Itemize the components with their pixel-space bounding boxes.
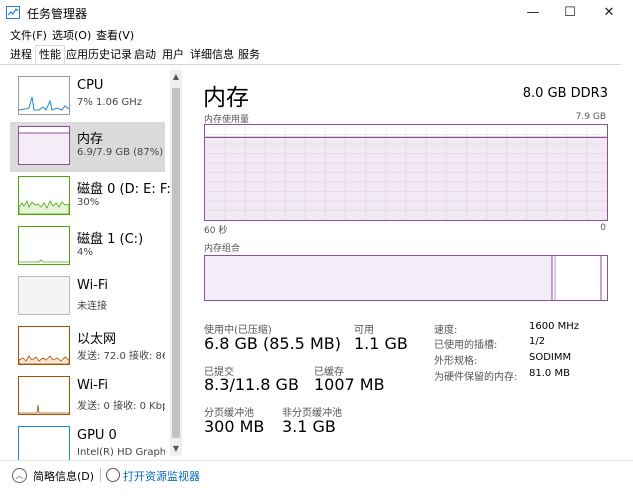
scroll-up-arrow-icon[interactable]: ▲ xyxy=(170,70,182,84)
sidebar-item-detail: 发送: 0 接收: 0 Kbps xyxy=(77,401,165,412)
sidebar-item-disk-0[interactable]: 磁盘 0 (D: E: F: 30% xyxy=(10,172,171,222)
task-manager-window: 任务管理器 — ☐ ✕ 文件(F) 选项(O) 查看(V) 进程 性能 应用历史… xyxy=(0,0,633,500)
composition-graph-label: 内存组合 xyxy=(204,244,241,254)
gpu-thumbnail-graph xyxy=(18,426,70,460)
sidebar-scrollbar[interactable]: ▲ ▼ xyxy=(170,70,182,456)
tab-bar: 进程 性能 应用历史记录 启动 用户 详细信息 服务 xyxy=(0,44,633,65)
close-button[interactable]: ✕ xyxy=(590,0,628,26)
sidebar-item-name: 磁盘 1 (C:) xyxy=(77,232,144,247)
task-manager-icon xyxy=(6,6,20,19)
tab-performance[interactable]: 性能 xyxy=(35,45,65,64)
right-edge xyxy=(621,44,633,460)
sidebar-item-detail: 4% xyxy=(77,247,93,258)
footer-separator xyxy=(100,468,101,482)
sidebar-item-memory[interactable]: 内存 6.9/7.9 GB (87%) xyxy=(10,122,165,172)
fewer-details-button[interactable]: 简略信息(D) xyxy=(33,468,94,484)
spec-reserved-key: 为硬件保留的内存: xyxy=(434,372,518,383)
usage-fill xyxy=(205,137,607,220)
sidebar-item-name: Wi-Fi xyxy=(77,278,109,293)
disk-1-thumbnail-graph xyxy=(18,226,70,265)
sidebar-item-name: 内存 xyxy=(77,132,104,147)
scroll-thumb[interactable] xyxy=(172,88,180,438)
sidebar-item-detail: 未连接 xyxy=(77,301,107,312)
available-value: 1.1 GB xyxy=(354,334,408,353)
spec-slots-key: 已使用的插槽: xyxy=(434,340,498,351)
tab-processes[interactable]: 进程 xyxy=(7,46,35,63)
cpu-thumbnail-graph xyxy=(18,76,70,115)
sidebar-item-detail: Intel(R) HD Graphics xyxy=(77,447,165,458)
disk-0-thumbnail-graph xyxy=(18,176,70,215)
sidebar-item-detail: 发送: 72.0 接收: 864 xyxy=(77,351,165,362)
sidebar-item-name: Wi-Fi xyxy=(77,378,109,393)
resource-monitor-icon[interactable] xyxy=(106,468,120,482)
sidebar-item-wifi-2[interactable]: Wi-Fi 发送: 0 接收: 0 Kbps xyxy=(10,372,165,422)
minimize-button[interactable]: — xyxy=(514,0,552,26)
menu-bar: 文件(F) 选项(O) 查看(V) xyxy=(0,26,633,44)
resource-sidebar: CPU 7% 1.06 GHz 内存 6.9/7.9 GB (87%) 磁盘 0… xyxy=(0,66,183,460)
spec-speed-key: 速度: xyxy=(434,325,458,336)
spec-form-factor-key: 外形规格: xyxy=(434,356,478,367)
resource-title: 内存 xyxy=(203,85,249,111)
title-bar: 任务管理器 — ☐ ✕ xyxy=(0,0,633,26)
sidebar-item-wifi-1[interactable]: Wi-Fi 未连接 xyxy=(10,272,165,322)
scroll-down-arrow-icon[interactable]: ▼ xyxy=(170,442,182,456)
tab-services[interactable]: 服务 xyxy=(235,46,263,63)
menu-options[interactable]: 选项(O) xyxy=(52,27,91,43)
memory-composition-graph xyxy=(204,255,608,301)
time-axis-end: 0 xyxy=(600,223,606,233)
memory-detail-panel: 内存 8.0 GB DDR3 内存使用量 7.9 GB 60 秒 0 内存组合 … xyxy=(193,66,618,460)
menu-file[interactable]: 文件(F) xyxy=(10,27,47,43)
spec-form-factor-value: SODIMM xyxy=(529,352,572,363)
tab-startup[interactable]: 启动 xyxy=(131,46,159,63)
sidebar-item-detail: 6.9/7.9 GB (87%) xyxy=(77,147,164,158)
menu-view[interactable]: 查看(V) xyxy=(96,27,134,43)
sidebar-item-ethernet[interactable]: 以太网 发送: 72.0 接收: 864 xyxy=(10,322,165,372)
sidebar-item-gpu-0[interactable]: GPU 0 Intel(R) HD Graphics xyxy=(10,422,165,460)
sidebar-item-name: 以太网 xyxy=(77,332,117,347)
in-use-value: 6.8 GB (85.5 MB) xyxy=(204,334,341,353)
spec-slots-value: 1/2 xyxy=(529,336,546,347)
spec-speed-value: 1600 MHz xyxy=(529,321,580,332)
sidebar-item-detail: 30% xyxy=(77,197,100,208)
memory-usage-graph xyxy=(204,124,608,221)
sidebar-item-name: GPU 0 xyxy=(77,428,117,443)
maximize-button[interactable]: ☐ xyxy=(551,0,589,26)
footer-bar: ︿ 简略信息(D) 打开资源监视器 xyxy=(0,460,633,491)
usage-graph-max: 7.9 GB xyxy=(575,112,606,122)
sidebar-item-cpu[interactable]: CPU 7% 1.06 GHz xyxy=(10,72,165,122)
sidebar-item-detail: 7% 1.06 GHz xyxy=(77,97,143,108)
sidebar-item-name: CPU xyxy=(77,78,104,93)
nonpaged-pool-value: 3.1 GB xyxy=(282,417,336,436)
sidebar-item-disk-1[interactable]: 磁盘 1 (C:) 4% xyxy=(10,222,165,272)
sidebar-item-name: 磁盘 0 (D: E: F: xyxy=(77,182,171,197)
tab-details[interactable]: 详细信息 xyxy=(187,46,237,63)
wifi-2-thumbnail-graph xyxy=(18,376,70,415)
spec-reserved-value: 81.0 MB xyxy=(529,368,570,379)
tab-users[interactable]: 用户 xyxy=(159,46,187,63)
wifi-1-thumbnail-graph xyxy=(18,276,70,315)
ethernet-thumbnail-graph xyxy=(18,326,70,365)
committed-value: 8.3/11.8 GB xyxy=(204,375,299,394)
memory-spec: 8.0 GB DDR3 xyxy=(522,86,608,101)
time-axis-start: 60 秒 xyxy=(204,226,228,236)
open-resource-monitor-link[interactable]: 打开资源监视器 xyxy=(123,468,200,484)
cached-value: 1007 MB xyxy=(314,375,385,394)
tab-app-history[interactable]: 应用历史记录 xyxy=(63,46,135,63)
paged-pool-value: 300 MB xyxy=(204,417,265,436)
memory-thumbnail-graph xyxy=(18,126,70,165)
window-title: 任务管理器 xyxy=(27,7,88,21)
chevron-up-icon[interactable]: ︿ xyxy=(12,468,27,483)
